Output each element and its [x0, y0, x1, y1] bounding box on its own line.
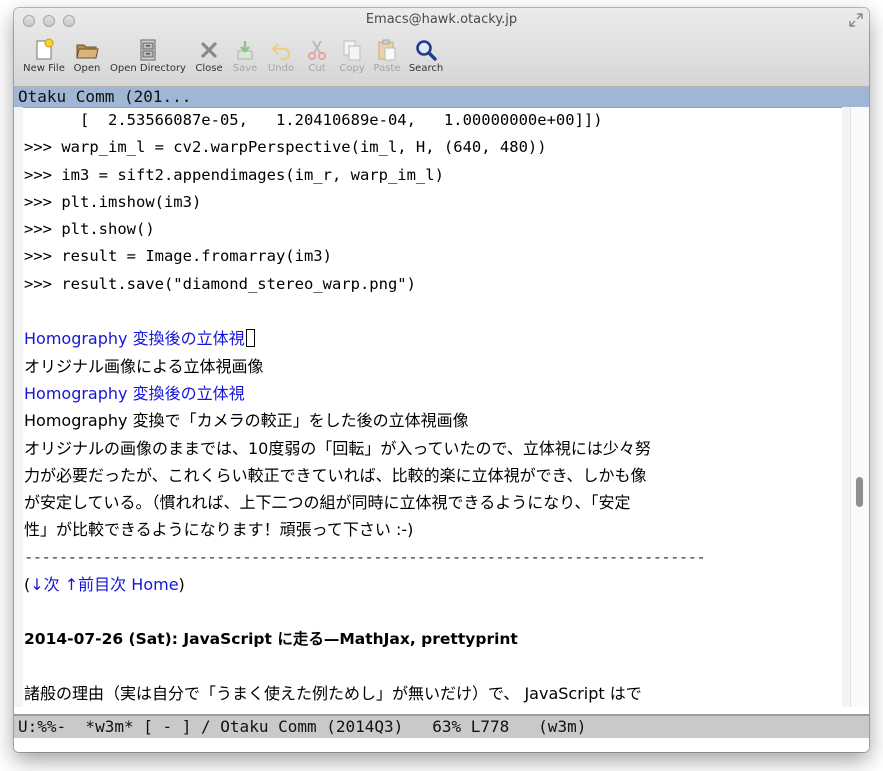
- close-icon: [201, 42, 217, 58]
- folder-open-icon: [76, 44, 99, 59]
- paste-button[interactable]: Paste: [370, 36, 404, 84]
- code-line: >>> plt.imshow(im3): [24, 192, 202, 211]
- code-line: >>> result = Image.fromarray(im3): [24, 247, 332, 266]
- title-bar: Emacs@hawk.otacky.jp New File Open Open …: [14, 8, 869, 87]
- paragraph-line: 諸般の理由（実は自分で「うまく使えた例ためし」が無いだけ）で、 JavaScri…: [24, 684, 642, 704]
- code-line: [ 2.53566087e-05, 1.20410689e-04, 1.0000…: [24, 111, 603, 129]
- close-button[interactable]: Close: [192, 36, 226, 84]
- scrollbar-thumb[interactable]: [856, 477, 863, 507]
- code-line: >>> result.save("diamond_stereo_warp.png…: [24, 274, 416, 293]
- buffer-text[interactable]: [ 2.53566087e-05, 1.20410689e-04, 1.0000…: [24, 107, 850, 707]
- paragraph-line: 力が必要だったが、これくらい較正できていれば、比較的楽に立体視ができ、しかも像: [24, 465, 647, 485]
- copy-button[interactable]: Copy: [336, 36, 368, 84]
- open-button[interactable]: Open: [70, 36, 104, 84]
- caption-line: オリジナル画像による立体視画像: [24, 356, 264, 376]
- new-file-button[interactable]: New File: [22, 36, 66, 84]
- save-button[interactable]: Save: [230, 36, 260, 84]
- nav-close-paren: ): [178, 575, 185, 595]
- window-title: Emacs@hawk.otacky.jp: [365, 12, 518, 27]
- vertical-scrollbar[interactable]: [850, 107, 869, 707]
- cut-button[interactable]: Cut: [302, 36, 332, 84]
- image-link-homography-2[interactable]: Homography 変換後の立体視: [24, 380, 850, 407]
- code-line: >>> warp_im_l = cv2.warpPerspective(im_l…: [24, 138, 547, 157]
- link-prev-index[interactable]: ↑前目次: [65, 575, 126, 594]
- header-line: Otaku Comm (201...: [14, 87, 869, 108]
- undo-icon: [271, 43, 291, 61]
- mode-line: U:%%- *w3m* [ - ] / Otaku Comm (2014Q3) …: [14, 714, 869, 739]
- text-cursor: [245, 329, 255, 348]
- left-fringe: [14, 107, 23, 707]
- header-line-text: Otaku Comm (201...: [18, 87, 192, 106]
- image-link-homography-1[interactable]: Homography 変換後の立体視: [24, 325, 850, 352]
- fullscreen-icon[interactable]: [849, 13, 863, 27]
- caption-line: Homography 変換で「カメラの較正」をした後の立体視画像: [24, 411, 469, 431]
- cabinet-icon: [140, 39, 156, 61]
- link-next[interactable]: ↓次: [30, 575, 59, 594]
- minibuffer[interactable]: [14, 738, 869, 752]
- paragraph-line: 性」が比較できるようになります！頑張って下さい :-): [24, 520, 414, 540]
- copy-icon: [343, 40, 361, 61]
- code-line: >>> plt.show(): [24, 220, 155, 239]
- nav-links: (↓次 ↑前目次 Home): [24, 571, 850, 598]
- scissors-icon: [307, 40, 327, 61]
- save-icon: [237, 41, 253, 60]
- new-file-icon: [36, 38, 54, 60]
- entry-heading: 2014-07-26 (Sat): JavaScript に走る—MathJax…: [24, 629, 518, 648]
- search-button[interactable]: Search: [406, 36, 446, 84]
- horizontal-rule: ----------------------------------------…: [24, 547, 706, 566]
- undo-button[interactable]: Undo: [264, 36, 298, 84]
- image-link-text[interactable]: Homography 変換後の立体視: [24, 329, 245, 348]
- open-directory-button[interactable]: Open Directory: [108, 36, 188, 84]
- paste-icon: [378, 39, 396, 61]
- link-home[interactable]: Home: [131, 575, 178, 594]
- magnifier-icon: [416, 40, 437, 61]
- paragraph-line: オリジナルの画像のままでは、10度弱の「回転」が入っていたので、立体視には少々努: [24, 438, 651, 458]
- code-line: >>> im3 = sift2.appendimages(im_r, warp_…: [24, 165, 444, 184]
- emacs-window: Emacs@hawk.otacky.jp New File Open Open …: [14, 8, 869, 752]
- buffer-area[interactable]: Otaku Comm (201... [ 2.53566087e-05, 1.2…: [14, 87, 869, 752]
- paragraph-line: が安定している。（慣れれば、上下二つの組が同時に立体視できるようになり、「安定: [24, 493, 631, 513]
- mode-line-text: U:%%- *w3m* [ - ] / Otaku Comm (2014Q3) …: [18, 717, 587, 736]
